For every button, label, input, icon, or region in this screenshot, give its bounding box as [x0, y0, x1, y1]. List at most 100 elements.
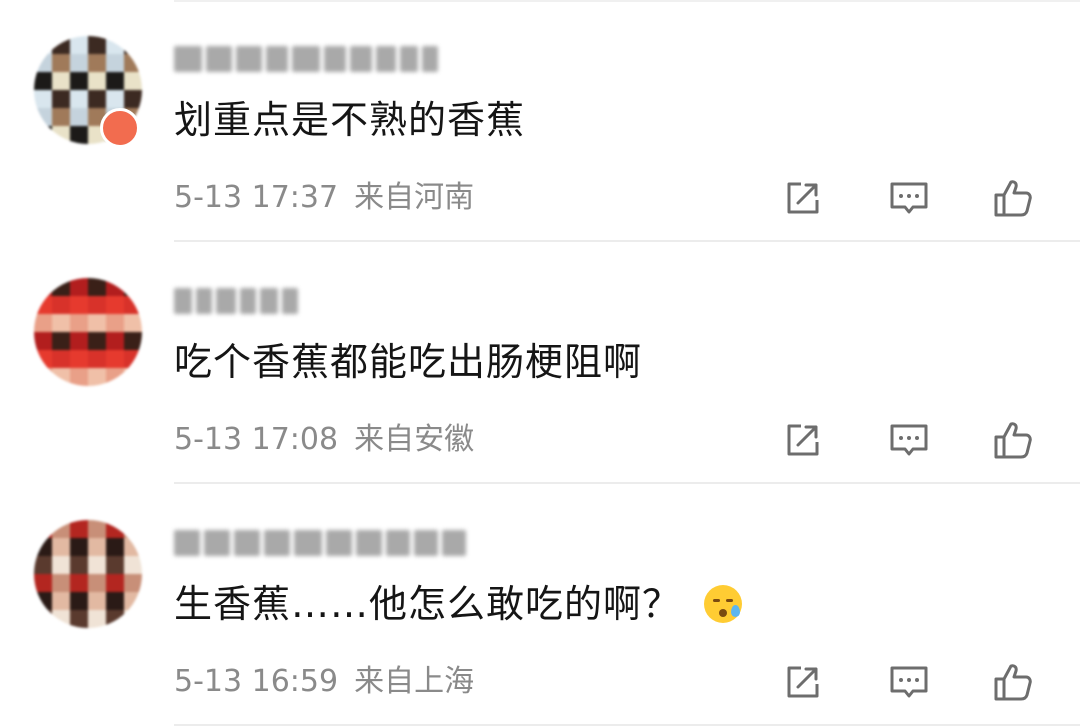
avatar-pixel: [88, 296, 106, 314]
avatar-pixel: [88, 592, 106, 610]
avatar-pixel: [52, 54, 70, 72]
comment-button[interactable]: [886, 176, 932, 220]
avatar-pixel: [70, 350, 88, 368]
avatar-pixel: [70, 332, 88, 350]
avatar[interactable]: [34, 520, 142, 628]
username-blur-block: [204, 530, 230, 556]
avatar-pixel: [124, 538, 142, 556]
avatar-pixel: [106, 90, 124, 108]
avatar-pixel: [106, 350, 124, 368]
repost-icon: [787, 182, 819, 214]
avatar-pixel: [88, 278, 106, 296]
avatar-pixel: [70, 54, 88, 72]
username-blur-block: [264, 530, 290, 556]
avatar-pixel: [124, 296, 142, 314]
avatar-pixel: [106, 574, 124, 592]
username-blur-block: [294, 530, 322, 556]
username-blur-block: [376, 46, 396, 72]
username-blur-block: [292, 46, 320, 72]
avatar[interactable]: [34, 278, 142, 386]
username-blur-block: [400, 46, 418, 72]
avatar-pixel: [34, 538, 52, 556]
avatar-pixel: [88, 610, 106, 628]
avatar-pixel: [34, 54, 52, 72]
avatar-pixel: [124, 592, 142, 610]
verified-badge: [100, 108, 140, 148]
avatar-pixel: [88, 556, 106, 574]
username-blur-block: [414, 530, 438, 556]
comment-text-content: 生香蕉……他怎么敢吃的啊？: [174, 582, 682, 626]
comment-actions: [0, 418, 1080, 462]
avatar-pixel: [52, 278, 70, 296]
avatar-pixel: [88, 314, 106, 332]
avatar-pixel: [52, 108, 70, 126]
username-blur-block: [236, 46, 262, 72]
avatar-pixel: [106, 610, 124, 628]
avatar-pixel: [124, 54, 142, 72]
avatar-pixel: [70, 126, 88, 144]
avatar-pixel: [52, 90, 70, 108]
avatar-pixel: [52, 520, 70, 538]
avatar-pixel: [70, 538, 88, 556]
avatar-pixel: [52, 368, 70, 386]
avatar-pixel: [88, 350, 106, 368]
avatar-pixel: [124, 368, 142, 386]
avatar-pixel: [70, 36, 88, 54]
avatar-pixel: [124, 72, 142, 90]
avatar-pixel: [52, 314, 70, 332]
repost-button[interactable]: [780, 418, 826, 462]
avatar-pixel: [34, 90, 52, 108]
username[interactable]: [174, 530, 466, 556]
username-blur-block: [442, 530, 466, 556]
avatar-pixel: [88, 36, 106, 54]
repost-icon: [787, 666, 819, 698]
username-blur-block: [234, 530, 260, 556]
avatar-pixel: [70, 296, 88, 314]
avatar-pixel: [88, 574, 106, 592]
avatar-pixel: [52, 36, 70, 54]
like-button[interactable]: [990, 660, 1036, 704]
username-blur-block: [386, 530, 410, 556]
comment-button[interactable]: [886, 660, 932, 704]
avatar-pixel: [106, 36, 124, 54]
avatar-pixel: [52, 538, 70, 556]
avatar-pixel: [70, 314, 88, 332]
avatar-pixel: [124, 90, 142, 108]
repost-button[interactable]: [780, 660, 826, 704]
avatar-pixel: [52, 592, 70, 610]
username[interactable]: [174, 46, 438, 72]
avatar-pixel: [34, 368, 52, 386]
like-button[interactable]: [990, 176, 1036, 220]
repost-button[interactable]: [780, 176, 826, 220]
avatar-pixel: [34, 126, 52, 144]
username-blur-block: [174, 288, 192, 314]
username[interactable]: [174, 288, 298, 314]
avatar-pixel: [70, 556, 88, 574]
avatar-pixel: [106, 54, 124, 72]
like-icon: [994, 664, 1032, 701]
username-blur-block: [350, 46, 372, 72]
cold-sweat-emoji-icon: [704, 585, 743, 623]
comment-button[interactable]: [886, 418, 932, 462]
comment-icon: [890, 424, 928, 456]
avatar-pixel: [70, 72, 88, 90]
comment-text: 吃个香蕉都能吃出肠梗阻啊: [174, 336, 642, 388]
like-icon: [994, 180, 1032, 217]
like-button[interactable]: [990, 418, 1036, 462]
avatar-pixel: [106, 538, 124, 556]
avatar-pixel: [70, 592, 88, 610]
comment-text-content: 吃个香蕉都能吃出肠梗阻啊: [174, 340, 643, 384]
avatar-pixel: [124, 314, 142, 332]
comment-item: 吃个香蕉都能吃出肠梗阻啊 5-13 17:08 来自安徽: [0, 242, 1080, 484]
avatar-pixel: [88, 54, 106, 72]
comment-actions: [0, 176, 1080, 220]
avatar-pixel: [34, 296, 52, 314]
avatar-pixel: [106, 332, 124, 350]
avatar-pixel: [106, 296, 124, 314]
avatar-pixel: [124, 574, 142, 592]
comment-text: 划重点是不熟的香蕉: [174, 94, 525, 146]
username-blur-block: [266, 46, 288, 72]
username-blur-block: [260, 288, 278, 314]
avatar-pixel: [52, 556, 70, 574]
comment-icon: [890, 182, 928, 214]
